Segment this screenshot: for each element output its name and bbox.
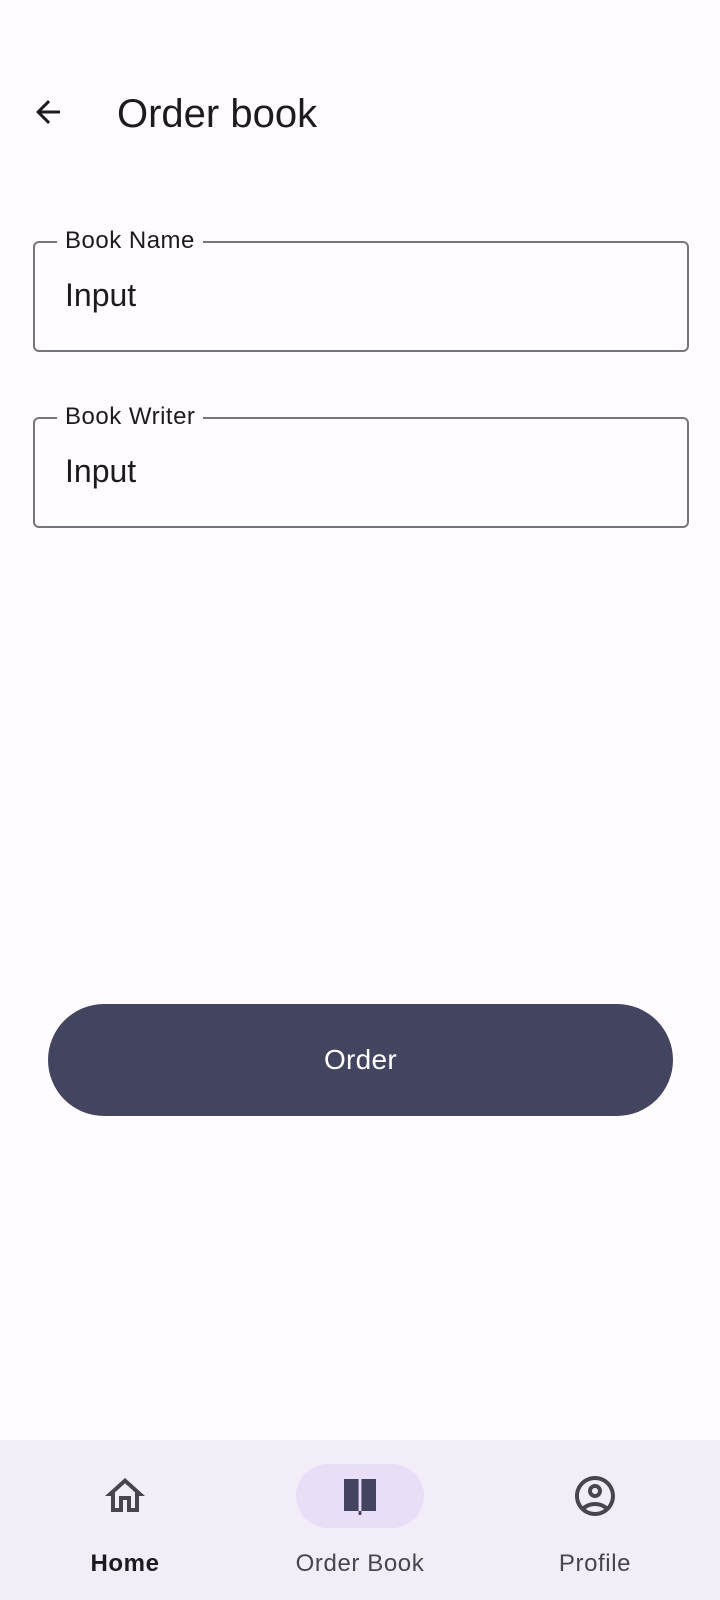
nav-label-order-book: Order Book	[295, 1550, 425, 1577]
nav-item-home[interactable]: Home	[5, 1440, 245, 1600]
order-button-label: Order	[323, 1044, 398, 1075]
back-button[interactable]	[24, 88, 72, 136]
nav-indicator-order-book	[296, 1464, 424, 1528]
page-title: Order book	[117, 92, 318, 136]
nav-label-profile: Profile	[558, 1550, 632, 1577]
book-name-input[interactable]	[65, 273, 665, 317]
book-writer-label: Book Writer	[57, 401, 204, 433]
top-app-bar: Order book	[0, 64, 720, 160]
bottom-navigation: Home Order Book Profile	[0, 1440, 720, 1600]
nav-item-profile[interactable]: Profile	[475, 1440, 715, 1600]
order-button[interactable]: Order	[48, 1004, 673, 1116]
book-icon	[344, 1479, 376, 1515]
arrow-back-icon	[36, 100, 60, 124]
nav-label-home: Home	[90, 1550, 160, 1577]
nav-indicator-profile	[531, 1464, 659, 1528]
order-book-screen: Order book Book Name Book Writer Order H…	[0, 0, 720, 1600]
book-writer-field[interactable]: Book Writer	[33, 401, 689, 528]
account-circle-icon	[575, 1476, 615, 1516]
book-name-label: Book Name	[57, 225, 203, 257]
book-writer-input[interactable]	[65, 449, 665, 493]
home-icon	[105, 1478, 145, 1512]
book-name-field[interactable]: Book Name	[33, 225, 689, 352]
nav-item-order-book[interactable]: Order Book	[240, 1440, 480, 1600]
nav-indicator-home	[61, 1464, 189, 1528]
